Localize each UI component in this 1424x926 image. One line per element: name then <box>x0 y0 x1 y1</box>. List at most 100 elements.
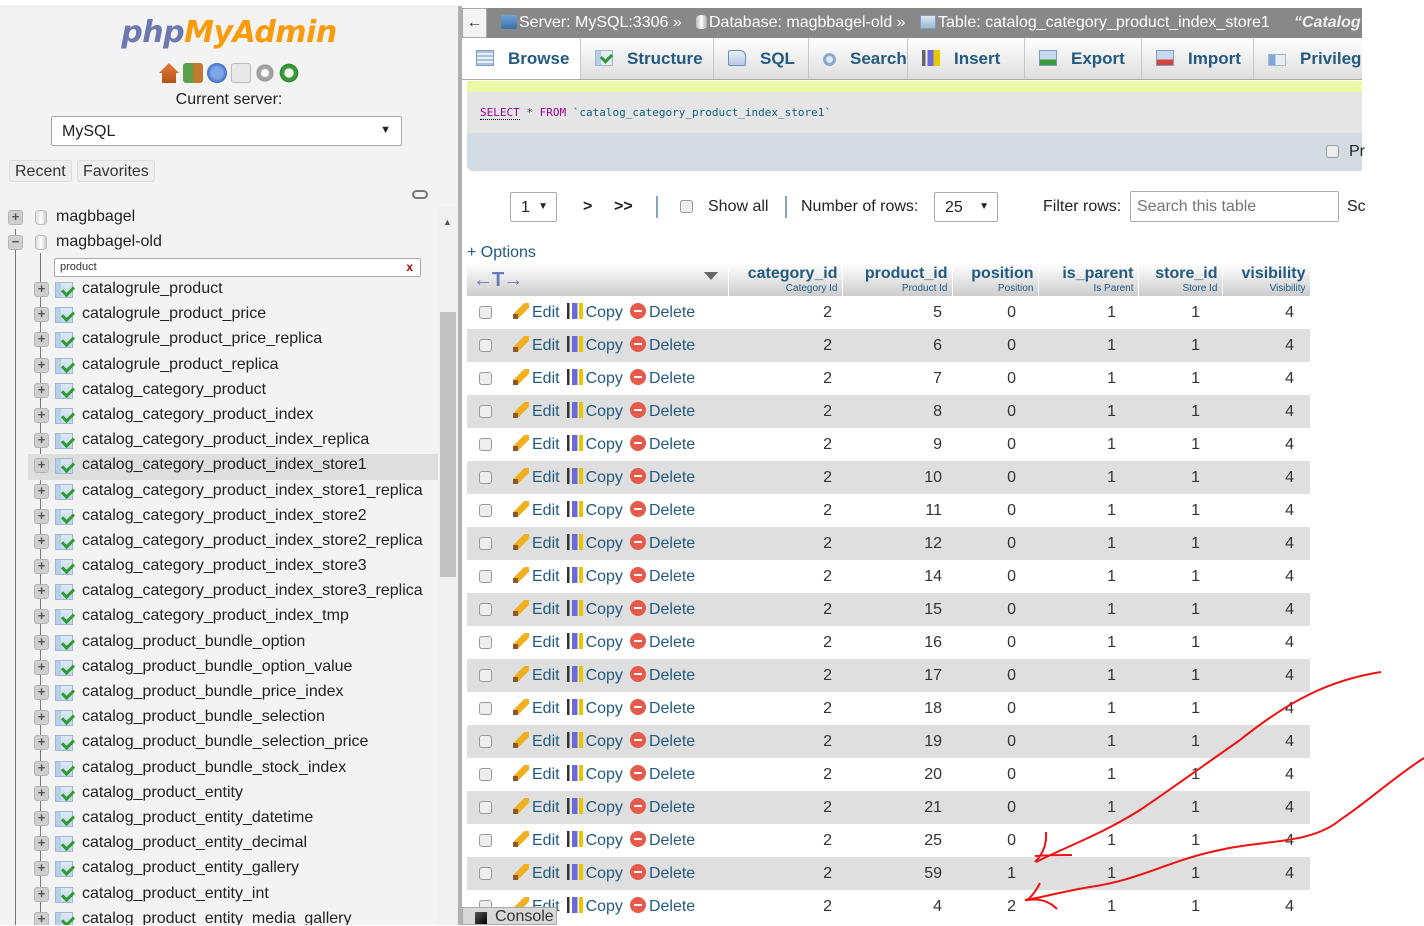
cell-category_id[interactable]: 2 <box>728 494 842 527</box>
cell-store_id[interactable]: 1 <box>1138 890 1222 923</box>
cell-visibility[interactable]: 4 <box>1222 857 1310 890</box>
tree-table-item[interactable]: + catalog_product_bundle_option_value <box>28 656 438 681</box>
table-name[interactable]: catalogrule_product <box>82 278 223 300</box>
cell-category_id[interactable]: 2 <box>728 890 842 923</box>
table-structure-icon[interactable] <box>55 609 73 626</box>
tree-table-item[interactable]: + catalog_category_product_index_store2 <box>28 505 438 530</box>
options-toggle[interactable]: + Options <box>467 244 536 262</box>
sql-query[interactable]: SELECT * FROM `catalog_category_product_… <box>480 106 831 120</box>
tab-import[interactable]: Import <box>1142 38 1254 79</box>
table-name[interactable]: catalog_category_product <box>82 379 266 401</box>
cell-product_id[interactable]: 14 <box>842 560 952 593</box>
cell-visibility[interactable]: 4 <box>1222 428 1310 461</box>
cell-product_id[interactable]: 21 <box>842 791 952 824</box>
table-name[interactable]: catalog_category_product_index_store1_re… <box>82 480 423 502</box>
expand-icon[interactable]: + <box>34 886 49 902</box>
expand-icon[interactable]: + <box>34 559 49 575</box>
cell-store_id[interactable]: 1 <box>1138 494 1222 527</box>
tree-db-magbbagel-old[interactable]: − magbbagel-old <box>0 231 436 256</box>
collapse-icon[interactable]: − <box>8 235 23 251</box>
row-checkbox[interactable] <box>479 867 492 880</box>
row-checkbox[interactable] <box>479 471 492 484</box>
table-name[interactable]: catalog_category_product_index_store1 <box>82 454 367 476</box>
delete-button[interactable]: Delete <box>629 765 695 783</box>
cell-product_id[interactable]: 4 <box>842 890 952 923</box>
table-structure-icon[interactable] <box>55 559 73 576</box>
cell-position[interactable]: 0 <box>952 428 1038 461</box>
cell-is_parent[interactable]: 1 <box>1038 725 1138 758</box>
cell-visibility[interactable]: 4 <box>1222 758 1310 791</box>
row-checkbox[interactable] <box>479 306 492 319</box>
edit-button[interactable]: Edit <box>513 501 560 519</box>
table-structure-icon[interactable] <box>55 861 73 878</box>
expand-icon[interactable]: + <box>34 407 49 423</box>
cell-category_id[interactable]: 2 <box>728 329 842 362</box>
column-header-visibility[interactable]: visibility Visibility <box>1222 264 1311 296</box>
table-structure-icon[interactable] <box>55 584 73 601</box>
cell-category_id[interactable]: 2 <box>728 659 842 692</box>
table-name[interactable]: catalog_product_entity_decimal <box>82 832 307 854</box>
table-structure-icon[interactable] <box>55 332 73 349</box>
table-name[interactable]: catalog_product_entity <box>82 782 243 804</box>
table-name[interactable]: catalog_category_product_index_store2 <box>82 505 367 527</box>
cell-position[interactable]: 0 <box>952 461 1038 494</box>
clear-filter-icon[interactable]: x <box>406 260 413 274</box>
tab-insert[interactable]: Insert <box>908 38 1025 79</box>
favorites-button[interactable]: Favorites <box>77 160 155 182</box>
profiling-checkbox[interactable] <box>1326 145 1339 158</box>
cell-is_parent[interactable]: 1 <box>1038 461 1138 494</box>
tree-table-item[interactable]: + catalog_category_product_index_store3_r… <box>28 580 438 605</box>
cell-product_id[interactable]: 25 <box>842 824 952 857</box>
edit-button[interactable]: Edit <box>513 699 560 717</box>
column-name[interactable]: product_id <box>847 264 948 283</box>
tree-table-item[interactable]: + catalog_category_product_index_store1_r… <box>28 480 438 505</box>
tree-table-item[interactable]: + catalog_product_bundle_price_index <box>28 681 438 706</box>
copy-button[interactable]: Copy <box>566 798 623 816</box>
expand-icon[interactable]: + <box>34 357 49 373</box>
tree-table-item[interactable]: + catalog_category_product_index_store3 <box>28 555 438 580</box>
sort-dropdown-icon[interactable] <box>703 272 718 280</box>
table-structure-icon[interactable] <box>55 659 73 676</box>
cell-is_parent[interactable]: 1 <box>1038 593 1138 626</box>
table-name[interactable]: catalog_category_product_index_store3_re… <box>82 580 423 602</box>
tree-db-magbbagel[interactable]: + magbbagel <box>0 206 436 231</box>
edit-button[interactable]: Edit <box>513 468 560 486</box>
cell-store_id[interactable]: 1 <box>1138 725 1222 758</box>
filter-rows-input[interactable] <box>1130 191 1339 222</box>
table-structure-icon[interactable] <box>55 382 73 399</box>
panel-resizer[interactable] <box>458 6 462 925</box>
table-structure-icon[interactable] <box>55 735 73 752</box>
column-name[interactable]: is_parent <box>1043 264 1133 283</box>
copy-button[interactable]: Copy <box>566 765 623 783</box>
copy-button[interactable]: Copy <box>566 600 623 618</box>
link-with-main-panel-icon[interactable] <box>412 190 428 199</box>
table-filter-input[interactable]: product x <box>54 258 421 277</box>
tree-table-item[interactable]: + catalog_category_product_index_store2_r… <box>28 530 438 555</box>
cell-store_id[interactable]: 1 <box>1138 560 1222 593</box>
table-structure-icon[interactable] <box>55 760 73 777</box>
copy-button[interactable]: Copy <box>566 897 623 915</box>
table-structure-icon[interactable] <box>55 433 73 450</box>
row-checkbox[interactable] <box>479 768 492 781</box>
delete-button[interactable]: Delete <box>629 732 695 750</box>
edit-button[interactable]: Edit <box>513 798 560 816</box>
rows-per-page-select[interactable]: 25 ▼ <box>934 192 998 222</box>
delete-button[interactable]: Delete <box>629 501 695 519</box>
table-structure-icon[interactable] <box>55 911 73 925</box>
table-name[interactable]: catalog_product_entity_media_gallery <box>82 908 352 925</box>
delete-button[interactable]: Delete <box>629 468 695 486</box>
tab-search[interactable]: Search <box>809 38 908 79</box>
table-structure-icon[interactable] <box>55 357 73 374</box>
copy-button[interactable]: Copy <box>566 633 623 651</box>
copy-button[interactable]: Copy <box>566 303 623 321</box>
cell-is_parent[interactable]: 1 <box>1038 362 1138 395</box>
column-header-product_id[interactable]: product_id Product Id <box>842 264 953 296</box>
cell-category_id[interactable]: 2 <box>728 824 842 857</box>
phpmyadmin-logo[interactable]: phpMyAdmin <box>0 15 458 50</box>
delete-button[interactable]: Delete <box>629 369 695 387</box>
cell-is_parent[interactable]: 1 <box>1038 560 1138 593</box>
cell-visibility[interactable]: 4 <box>1222 494 1310 527</box>
tree-table-item[interactable]: + catalogrule_product_price <box>28 303 438 328</box>
cell-store_id[interactable]: 1 <box>1138 758 1222 791</box>
cell-product_id[interactable]: 9 <box>842 428 952 461</box>
